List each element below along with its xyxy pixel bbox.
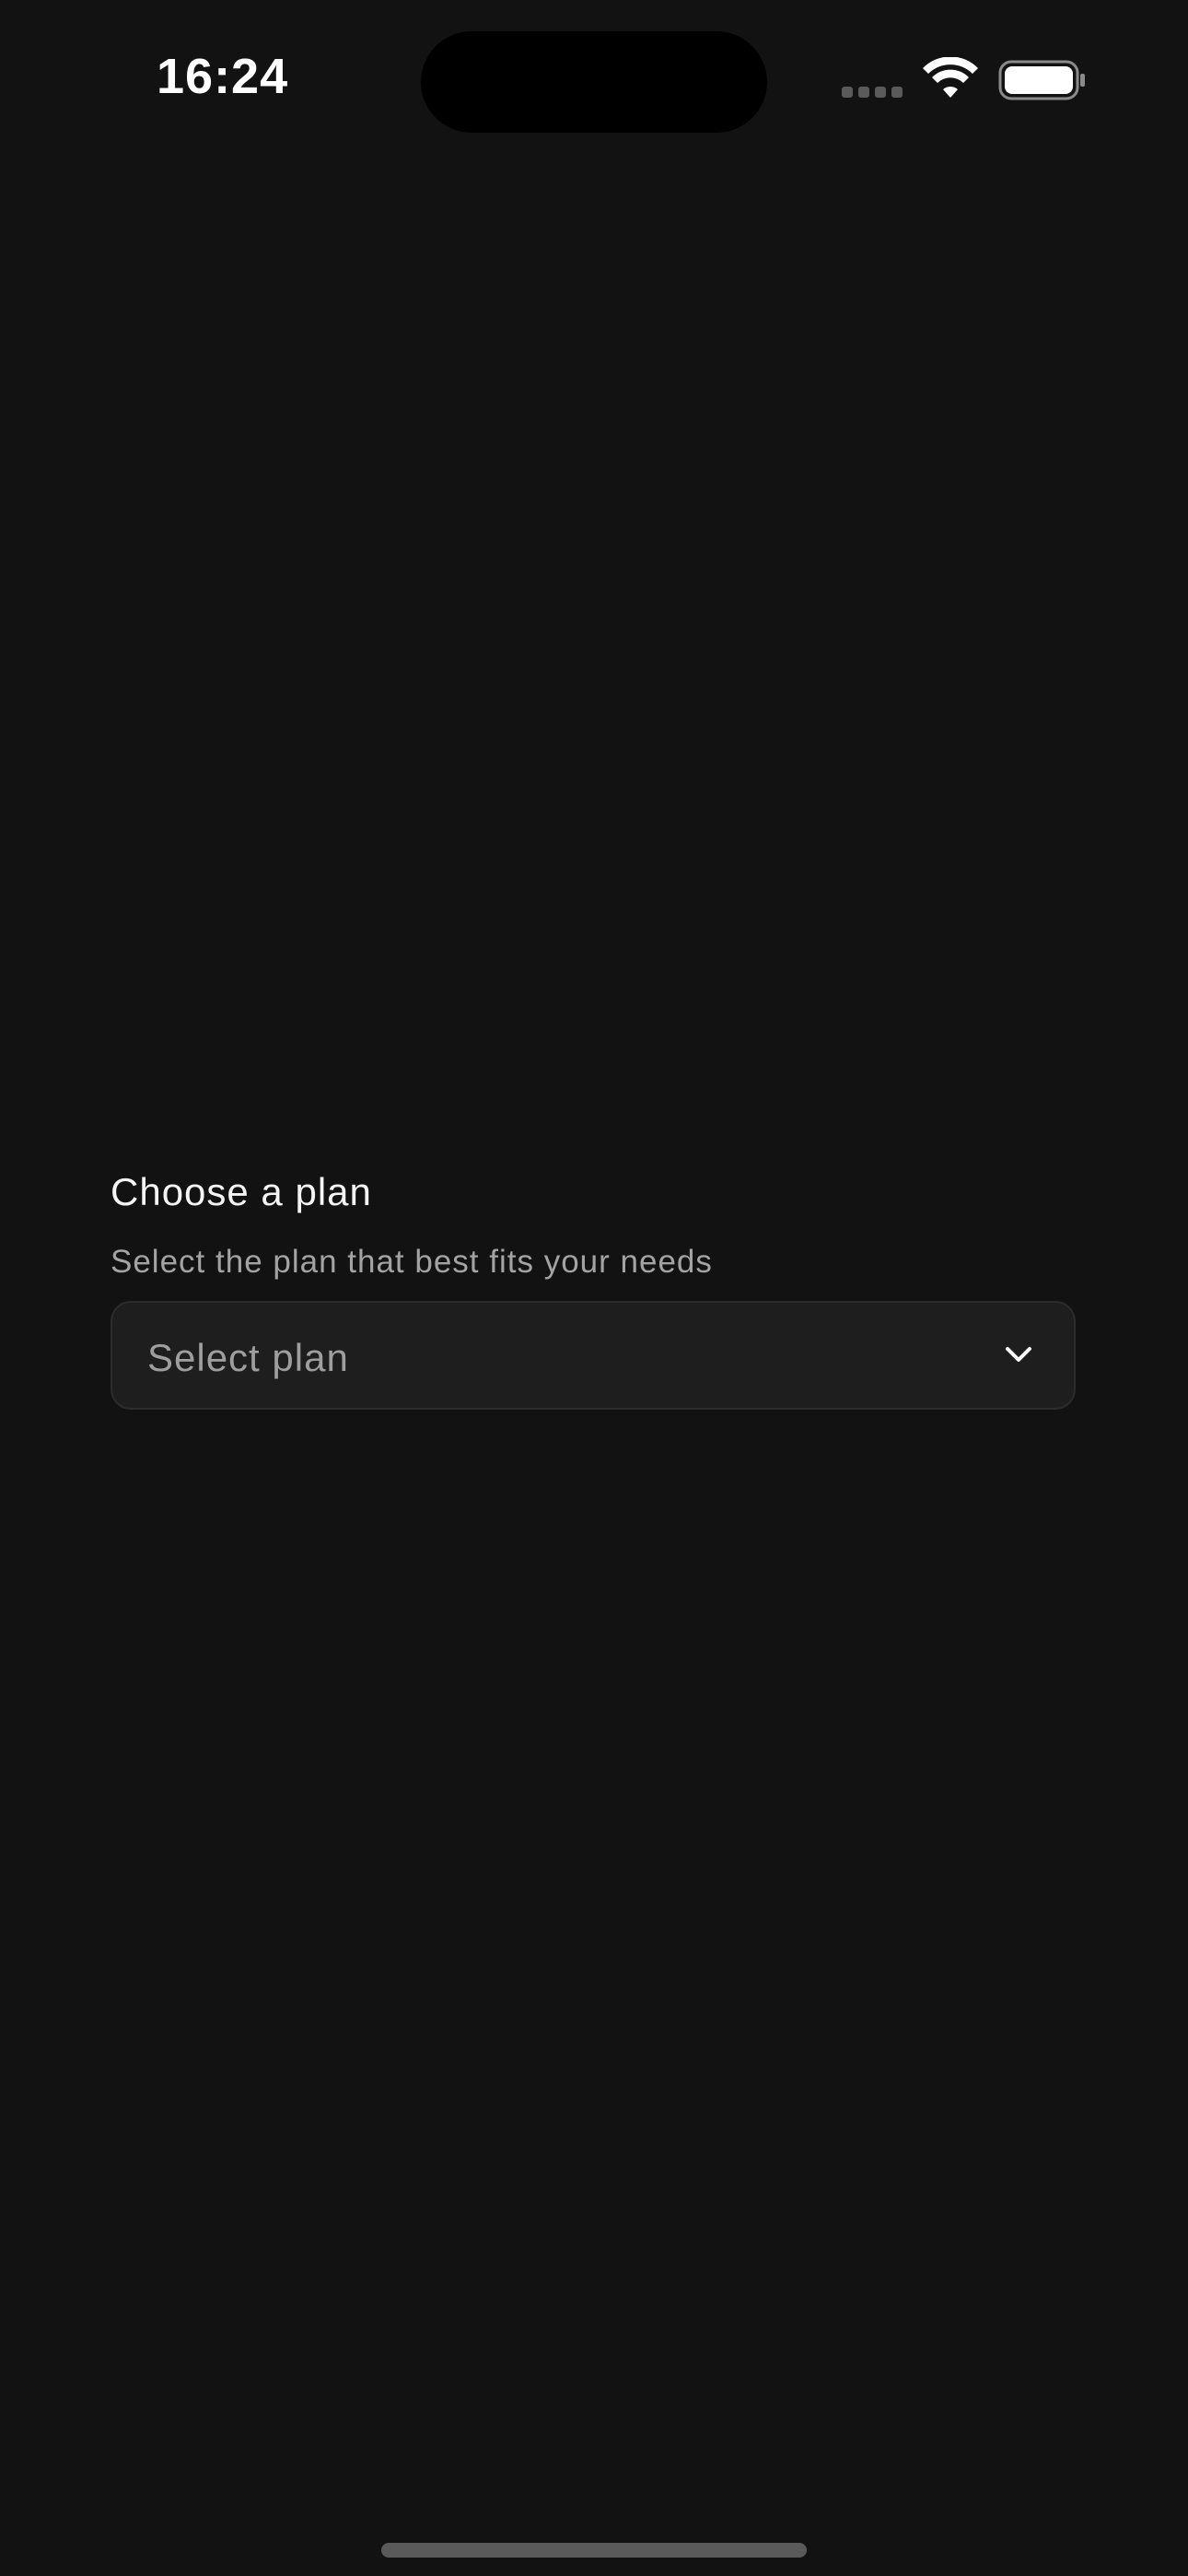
plan-field-hint: Select the plan that best fits your need…	[111, 1244, 713, 1280]
cellular-signal-icon	[842, 87, 904, 100]
home-indicator[interactable]	[381, 2543, 807, 2558]
dynamic-island	[421, 31, 767, 133]
status-time: 16:24	[157, 49, 289, 104]
status-bar: 16:24	[0, 0, 1188, 157]
battery-full-icon	[998, 60, 1085, 100]
plan-select[interactable]: Select plan	[111, 1301, 1076, 1410]
plan-select-placeholder: Select plan	[147, 1336, 349, 1379]
wifi-icon	[923, 57, 978, 98]
chevron-down-icon	[1006, 1347, 1031, 1362]
plan-field-label: Choose a plan	[111, 1170, 372, 1213]
